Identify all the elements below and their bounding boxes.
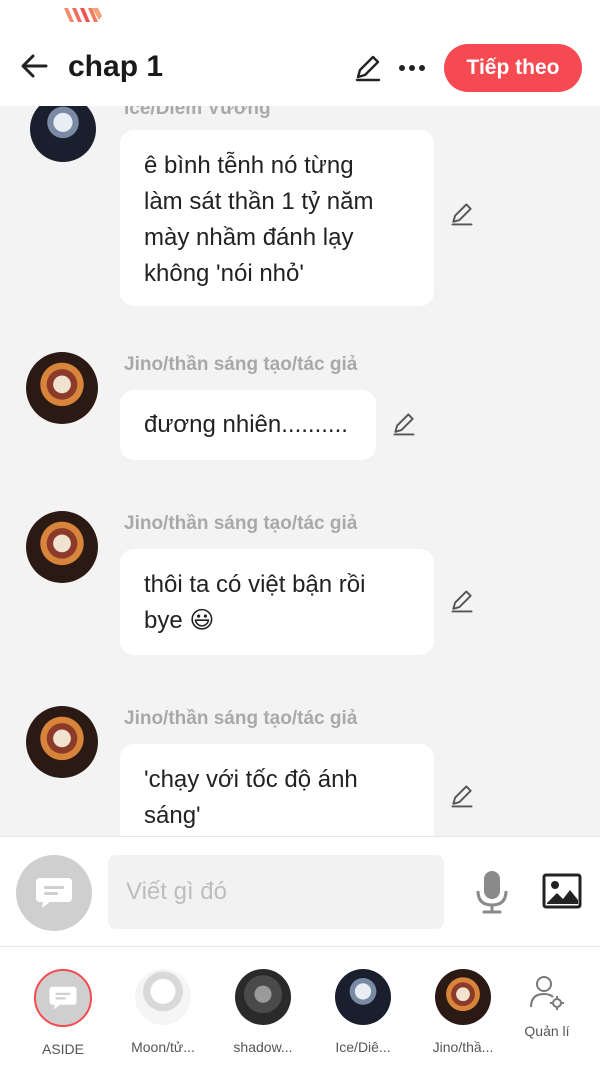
- pencil-icon: [393, 413, 415, 436]
- avatar[interactable]: [30, 106, 96, 162]
- page-title: chap 1: [68, 50, 164, 83]
- message-input-container[interactable]: [108, 855, 444, 929]
- more-dots-icon: [399, 65, 425, 71]
- character-item-aside[interactable]: ASIDE: [18, 969, 108, 1057]
- message-text-line: bye 😃: [144, 607, 215, 634]
- character-item[interactable]: Jino/thầ...: [418, 969, 508, 1055]
- chat-bubble-icon: [49, 986, 77, 1010]
- aside-toggle-button[interactable]: [16, 855, 92, 931]
- aside-avatar: [34, 969, 92, 1027]
- pencil-icon: [355, 55, 381, 82]
- next-chapter-button[interactable]: Tiếp theo: [444, 44, 582, 92]
- edit-message-button[interactable]: [446, 780, 478, 812]
- chat-bubble-icon: [36, 878, 72, 908]
- character-label: Ice/Diê...: [335, 1039, 391, 1055]
- avatar[interactable]: [26, 511, 98, 583]
- pencil-icon: [451, 590, 473, 613]
- sender-name: Jino/thần sáng tạo/tác giả: [124, 354, 358, 375]
- pencil-icon: [451, 785, 473, 808]
- app-logo-icon: [64, 8, 102, 22]
- message-text-line: mày nhầm đánh lạy: [144, 224, 354, 251]
- message-bubble[interactable]: đương nhiên..........: [120, 390, 376, 460]
- manage-characters-button[interactable]: Quản lí: [502, 973, 592, 1039]
- avatar: [435, 969, 491, 1025]
- message-input[interactable]: [126, 878, 426, 906]
- voice-input-button[interactable]: [470, 867, 514, 917]
- message-bubble[interactable]: thôi ta có việt bận rồi bye 😃: [120, 549, 434, 655]
- avatar[interactable]: [26, 352, 98, 424]
- arrow-left-icon: [21, 54, 48, 78]
- message-text-line: đương nhiên..........: [144, 411, 348, 438]
- message-bubble[interactable]: ê bình tễnh nó từng làm sát thần 1 tỷ nă…: [120, 130, 434, 306]
- avatar: [335, 969, 391, 1025]
- edit-chapter-button[interactable]: [348, 48, 388, 88]
- sender-name: Jino/thần sáng tạo/tác giả: [124, 513, 358, 534]
- character-switcher-bar: ASIDE Moon/tử... shadow... Ice/Diê... Ji…: [0, 946, 600, 1067]
- sender-name: Ice/Diêm Vương: [124, 106, 271, 119]
- character-label: shadow...: [233, 1039, 293, 1055]
- message-text-line: thôi ta có việt bận rồi: [144, 571, 366, 598]
- character-item[interactable]: Ice/Diê...: [318, 969, 408, 1055]
- avatar: [135, 969, 191, 1025]
- message-composer: [0, 836, 600, 946]
- user-gear-icon: [530, 976, 564, 1010]
- avatar: [235, 969, 291, 1025]
- character-item[interactable]: shadow...: [218, 969, 308, 1055]
- message-text-line: sáng': [144, 802, 201, 829]
- edit-message-button[interactable]: [446, 198, 478, 230]
- avatar[interactable]: [26, 706, 98, 778]
- message-text-line: ê bình tễnh nó từng: [144, 152, 354, 179]
- sender-name: Jino/thần sáng tạo/tác giả: [124, 708, 358, 729]
- character-label: Quản lí: [524, 1023, 570, 1039]
- character-label: ASIDE: [41, 1041, 84, 1057]
- chat-message-list[interactable]: Ice/Diêm Vương ê bình tễnh nó từng làm s…: [0, 106, 600, 836]
- message-text-line: làm sát thần 1 tỷ năm: [144, 188, 374, 215]
- back-button[interactable]: [14, 46, 54, 86]
- image-icon: [542, 873, 582, 909]
- top-app-bar: chap 1 Tiếp theo: [0, 34, 600, 106]
- edit-message-button[interactable]: [388, 408, 420, 440]
- message-text-line: không 'nói nhỏ': [144, 260, 304, 287]
- message-bubble[interactable]: 'chạy với tốc độ ánh sáng': [120, 744, 434, 836]
- edit-message-button[interactable]: [446, 585, 478, 617]
- status-bar: [0, 0, 600, 34]
- character-label: Jino/thầ...: [432, 1039, 494, 1055]
- character-item[interactable]: Moon/tử...: [118, 969, 208, 1055]
- pencil-icon: [451, 203, 473, 226]
- more-options-button[interactable]: [392, 48, 432, 88]
- character-label: Moon/tử...: [131, 1039, 195, 1055]
- attach-image-button[interactable]: [540, 869, 584, 913]
- microphone-icon: [476, 871, 508, 914]
- message-text-line: 'chạy với tốc độ ánh: [144, 766, 358, 793]
